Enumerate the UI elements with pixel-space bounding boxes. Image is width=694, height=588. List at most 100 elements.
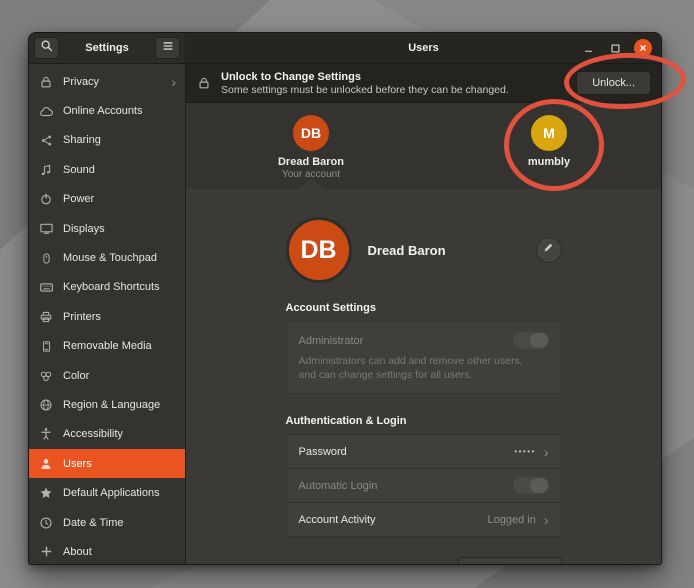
settings-window: Settings Users × Privacy › Online Accounts… <box>28 32 662 565</box>
globe-icon <box>38 397 54 413</box>
unlock-banner: Unlock to Change Settings Some settings … <box>186 64 661 103</box>
chevron-right-icon: › <box>544 513 549 527</box>
toggle-knob <box>530 333 548 348</box>
mouse-icon <box>38 250 54 266</box>
sidebar-item-label: Keyboard Shortcuts <box>63 281 160 293</box>
edit-name-button[interactable] <box>536 237 562 263</box>
sidebar-item-accessibility[interactable]: Accessibility <box>29 420 185 449</box>
profile-avatar[interactable]: DB <box>286 217 352 283</box>
color-icon <box>38 368 54 384</box>
share-icon <box>38 132 54 148</box>
sidebar-item-sound[interactable]: Sound <box>29 155 185 184</box>
sidebar-item-label: Displays <box>63 223 105 235</box>
displays-icon <box>38 221 54 237</box>
sidebar-item-label: Date & Time <box>63 517 124 529</box>
profile-row: DB Dread Baron <box>286 217 562 283</box>
keyboard-icon <box>38 279 54 295</box>
titlebar[interactable]: Settings Users × <box>29 33 661 64</box>
sidebar-item-region-language[interactable]: Region & Language <box>29 390 185 419</box>
sound-icon <box>38 162 54 178</box>
maximize-button[interactable] <box>607 40 623 56</box>
sidebar-item-sharing[interactable]: Sharing <box>29 126 185 155</box>
pencil-icon <box>542 241 555 259</box>
sidebar-item-privacy[interactable]: Privacy › <box>29 67 185 96</box>
printer-icon <box>38 309 54 325</box>
password-value: ••••• <box>514 447 536 456</box>
chevron-right-icon: › <box>171 75 176 89</box>
users-panel: Unlock to Change Settings Some settings … <box>186 64 661 565</box>
remove-user-button[interactable]: Remove User... <box>458 557 562 565</box>
sidebar-item-label: Users <box>63 458 92 470</box>
chevron-right-icon: › <box>544 445 549 459</box>
account-activity-label: Account Activity <box>299 514 376 526</box>
unlock-title: Unlock to Change Settings <box>221 71 509 83</box>
account-settings-card: Administrator Administrators can add and… <box>286 321 562 394</box>
accessibility-icon <box>38 426 54 442</box>
password-label: Password <box>299 446 347 458</box>
sidebar-item-label: Color <box>63 370 89 382</box>
headerbar[interactable]: Users × <box>186 33 661 63</box>
minimize-button[interactable] <box>580 40 596 56</box>
sidebar-item-label: Accessibility <box>63 428 123 440</box>
search-icon <box>40 39 54 58</box>
sidebar-item-label: About <box>63 546 92 558</box>
lock-icon <box>196 75 212 91</box>
automatic-login-toggle[interactable] <box>513 477 549 494</box>
sidebar-item-power[interactable]: Power <box>29 185 185 214</box>
removable-media-icon <box>38 338 54 354</box>
search-button[interactable] <box>34 37 59 59</box>
star-icon <box>38 485 54 501</box>
sidebar-item-removable-media[interactable]: Removable Media <box>29 332 185 361</box>
power-icon <box>38 191 54 207</box>
sidebar-item-date-time[interactable]: Date & Time <box>29 508 185 537</box>
sidebar-item-label: Default Applications <box>63 487 160 499</box>
sidebar-item-label: Privacy <box>63 76 99 88</box>
account-settings-heading: Account Settings <box>286 302 562 314</box>
administrator-label: Administrator <box>299 335 364 347</box>
hamburger-icon <box>161 39 175 58</box>
users-icon <box>38 456 54 472</box>
sidebar-item-label: Mouse & Touchpad <box>63 252 157 264</box>
carousel-user-mumbly[interactable]: M mumbly <box>487 115 611 168</box>
menu-button[interactable] <box>155 37 180 59</box>
account-activity-value: Logged in <box>488 514 536 526</box>
avatar-dread-baron: DB <box>293 115 329 151</box>
cloud-icon <box>38 103 54 119</box>
about-icon <box>38 544 54 560</box>
sidebar-item-keyboard-shortcuts[interactable]: Keyboard Shortcuts <box>29 273 185 302</box>
authentication-card: Password ••••• › Automatic Login Account… <box>286 434 562 537</box>
password-row[interactable]: Password ••••• › <box>287 435 561 468</box>
carousel-user-name: Dread Baron <box>249 156 373 168</box>
sidebar-header: Settings <box>29 33 186 63</box>
sidebar-item-mouse-touchpad[interactable]: Mouse & Touchpad <box>29 243 185 272</box>
sidebar-item-online-accounts[interactable]: Online Accounts <box>29 96 185 125</box>
settings-window-title: Settings <box>63 42 151 54</box>
clock-icon <box>38 515 54 531</box>
account-activity-row[interactable]: Account Activity Logged in › <box>287 502 561 536</box>
sidebar-item-label: Region & Language <box>63 399 160 411</box>
sidebar-item-label: Sharing <box>63 134 101 146</box>
sidebar-item-default-applications[interactable]: Default Applications <box>29 478 185 507</box>
sidebar-item-label: Sound <box>63 164 95 176</box>
lock-icon <box>38 74 54 90</box>
user-carousel: DB Dread Baron Your account M mumbly <box>186 103 661 189</box>
sidebar-item-label: Printers <box>63 311 101 323</box>
close-button[interactable]: × <box>634 39 652 57</box>
sidebar: Privacy › Online Accounts Sharing Sound Power… <box>29 64 186 565</box>
user-detail-panel: DB Dread Baron Account Settings Administ… <box>186 189 661 565</box>
sidebar-item-about[interactable]: About <box>29 537 185 565</box>
carousel-user-dread-baron[interactable]: DB Dread Baron Your account <box>249 115 373 180</box>
administrator-toggle[interactable] <box>513 332 549 349</box>
avatar-mumbly: M <box>531 115 567 151</box>
sidebar-item-color[interactable]: Color <box>29 361 185 390</box>
carousel-user-name: mumbly <box>487 156 611 168</box>
sidebar-item-printers[interactable]: Printers <box>29 302 185 331</box>
sidebar-item-label: Online Accounts <box>63 105 143 117</box>
toggle-knob <box>530 478 548 493</box>
administrator-description: Administrators can add and remove other … <box>299 355 532 382</box>
unlock-button[interactable]: Unlock... <box>576 71 651 95</box>
sidebar-item-displays[interactable]: Displays <box>29 214 185 243</box>
sidebar-item-users[interactable]: Users <box>29 449 185 478</box>
unlock-subtitle: Some settings must be unlocked before th… <box>221 84 509 96</box>
sidebar-item-label: Power <box>63 193 94 205</box>
